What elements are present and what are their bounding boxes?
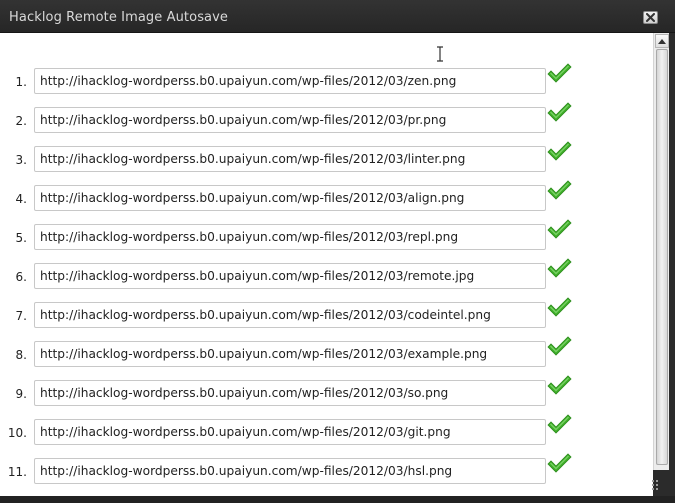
check-icon xyxy=(547,336,572,356)
check-icon xyxy=(547,258,572,278)
vertical-scrollbar[interactable] xyxy=(653,33,669,470)
image-url-field[interactable] xyxy=(34,458,546,484)
dialog-content: 1. 2. 3. 4. 5. 6. 7. 8. 9. 10. 11. xyxy=(0,33,653,496)
list-item: 1. xyxy=(0,63,653,98)
resize-grip-icon[interactable] xyxy=(648,474,672,494)
close-button[interactable] xyxy=(643,11,658,24)
text-cursor-icon xyxy=(437,46,443,62)
list-item: 5. xyxy=(0,219,653,254)
image-url-field[interactable] xyxy=(34,341,546,367)
check-icon xyxy=(547,375,572,395)
list-item: 10. xyxy=(0,414,653,449)
image-url-field[interactable] xyxy=(34,224,546,250)
list-item: 11. xyxy=(0,453,653,488)
scroll-up-button[interactable] xyxy=(655,34,669,48)
list-item: 7. xyxy=(0,297,653,332)
item-number: 6. xyxy=(15,270,27,284)
check-icon xyxy=(547,102,572,122)
autosave-dialog: Hacklog Remote Image Autosave 1. 2. 3. 4. 5.… xyxy=(0,0,675,503)
list-item: 2. xyxy=(0,102,653,137)
check-icon xyxy=(547,141,572,161)
check-icon xyxy=(547,180,572,200)
check-icon xyxy=(547,453,572,473)
list-item: 8. xyxy=(0,336,653,371)
dialog-titlebar[interactable]: Hacklog Remote Image Autosave xyxy=(0,0,675,33)
check-icon xyxy=(547,63,572,83)
item-number: 4. xyxy=(15,192,27,206)
list-item: 4. xyxy=(0,180,653,215)
image-url-field[interactable] xyxy=(34,263,546,289)
image-url-field[interactable] xyxy=(34,185,546,211)
image-url-field[interactable] xyxy=(34,68,546,94)
check-icon xyxy=(547,414,572,434)
item-number: 8. xyxy=(15,348,27,362)
arrow-up-icon xyxy=(658,38,666,44)
item-number: 3. xyxy=(15,153,27,167)
dialog-title: Hacklog Remote Image Autosave xyxy=(9,10,229,25)
close-icon xyxy=(646,13,655,22)
item-number: 9. xyxy=(15,387,27,401)
item-number: 2. xyxy=(15,114,27,128)
item-number: 7. xyxy=(15,309,27,323)
image-url-field[interactable] xyxy=(34,380,546,406)
item-number: 5. xyxy=(15,231,27,245)
image-url-field[interactable] xyxy=(34,419,546,445)
image-url-field[interactable] xyxy=(34,146,546,172)
item-number: 11. xyxy=(7,465,27,479)
image-url-field[interactable] xyxy=(34,302,546,328)
image-url-field[interactable] xyxy=(34,107,546,133)
check-icon xyxy=(547,297,572,317)
item-number: 1. xyxy=(15,75,27,89)
check-icon xyxy=(547,219,572,239)
dialog-bottom-border xyxy=(0,496,675,503)
scroll-thumb[interactable] xyxy=(656,49,668,465)
list-item: 9. xyxy=(0,375,653,410)
item-number: 10. xyxy=(7,426,27,440)
list-item: 3. xyxy=(0,141,653,176)
list-item: 6. xyxy=(0,258,653,293)
